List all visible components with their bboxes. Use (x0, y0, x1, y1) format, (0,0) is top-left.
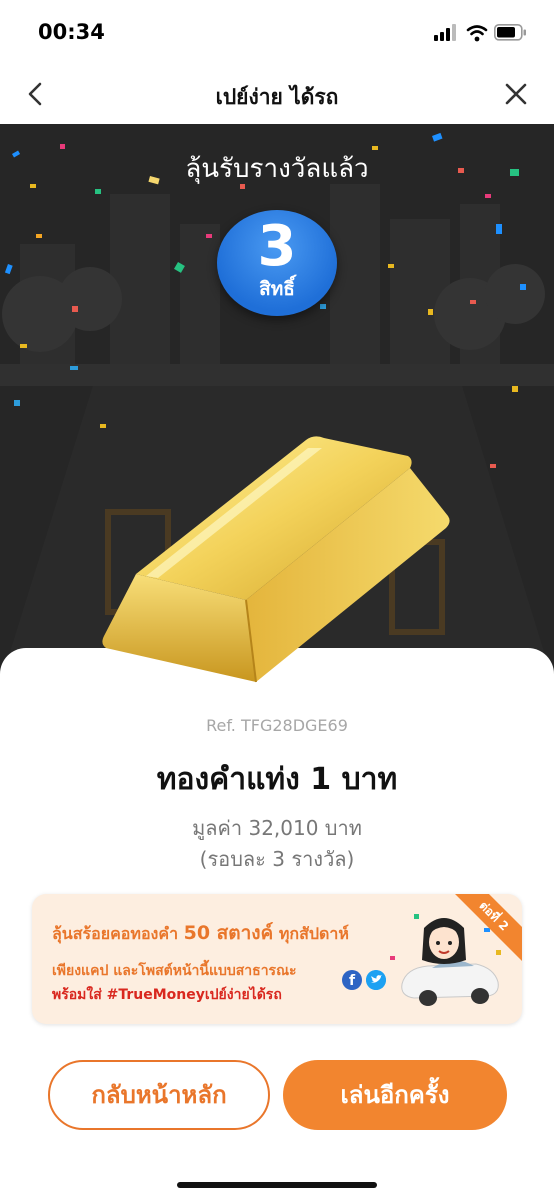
hero-background-scene (0, 132, 554, 684)
promo-headline-highlight: 50 สตางค์ (183, 922, 274, 944)
rights-badge: 3 สิทธิ์ (217, 210, 337, 316)
promo-banner[interactable]: ลุ้นสร้อยคอทองคำ 50 สตางค์ ทุกสัปดาห์ เพ… (32, 894, 522, 1024)
rights-count: 3 (257, 214, 297, 279)
status-time: 00:34 (38, 20, 105, 44)
page-title: เปย์ง่าย ได้รถ (215, 85, 339, 109)
celebration-hero: ลุ้นรับรางวัลแล้ว 3 สิทธิ์ (0, 124, 554, 684)
promo-instruction: เพียงแคป และโพสต์หน้านี้แบบสาธารณะ (52, 963, 297, 979)
prize-quota: (รอบละ 3 รางวัล) (199, 847, 355, 871)
prize-value: มูลค่า 32,010 บาท (192, 816, 362, 840)
nav-bar: เปย์ง่าย ได้รถ (0, 64, 554, 124)
status-bar: 00:34 (0, 0, 554, 64)
prize-name: ทองคำแท่ง 1 บาท (156, 762, 398, 797)
promo-hashtag: พร้อมใส่ #TrueMoneyเปย์ง่ายได้รถ (52, 987, 282, 1003)
facebook-icon[interactable]: f (342, 970, 362, 990)
reference-code: Ref. TFG28DGE69 (206, 716, 348, 735)
close-icon[interactable] (500, 78, 532, 110)
wifi-icon (466, 25, 488, 42)
promo-headline: ลุ้นสร้อยคอทองคำ 50 สตางค์ ทุกสัปดาห์ (52, 918, 349, 948)
battery-icon (494, 24, 526, 41)
promo-headline-suffix: ทุกสัปดาห์ (273, 924, 349, 943)
home-indicator (177, 1182, 377, 1188)
promo-headline-prefix: ลุ้นสร้อยคอทองคำ (52, 924, 184, 943)
play-again-button[interactable]: เล่นอีกครั้ง (283, 1060, 507, 1130)
status-icons (434, 24, 526, 42)
rights-unit: สิทธิ์ (259, 278, 295, 300)
signal-icon (434, 24, 456, 41)
twitter-icon[interactable] (366, 970, 386, 990)
back-to-home-button[interactable]: กลับหน้าหลัก (48, 1060, 270, 1130)
hero-heading: ลุ้นรับรางวัลแล้ว (185, 154, 369, 184)
